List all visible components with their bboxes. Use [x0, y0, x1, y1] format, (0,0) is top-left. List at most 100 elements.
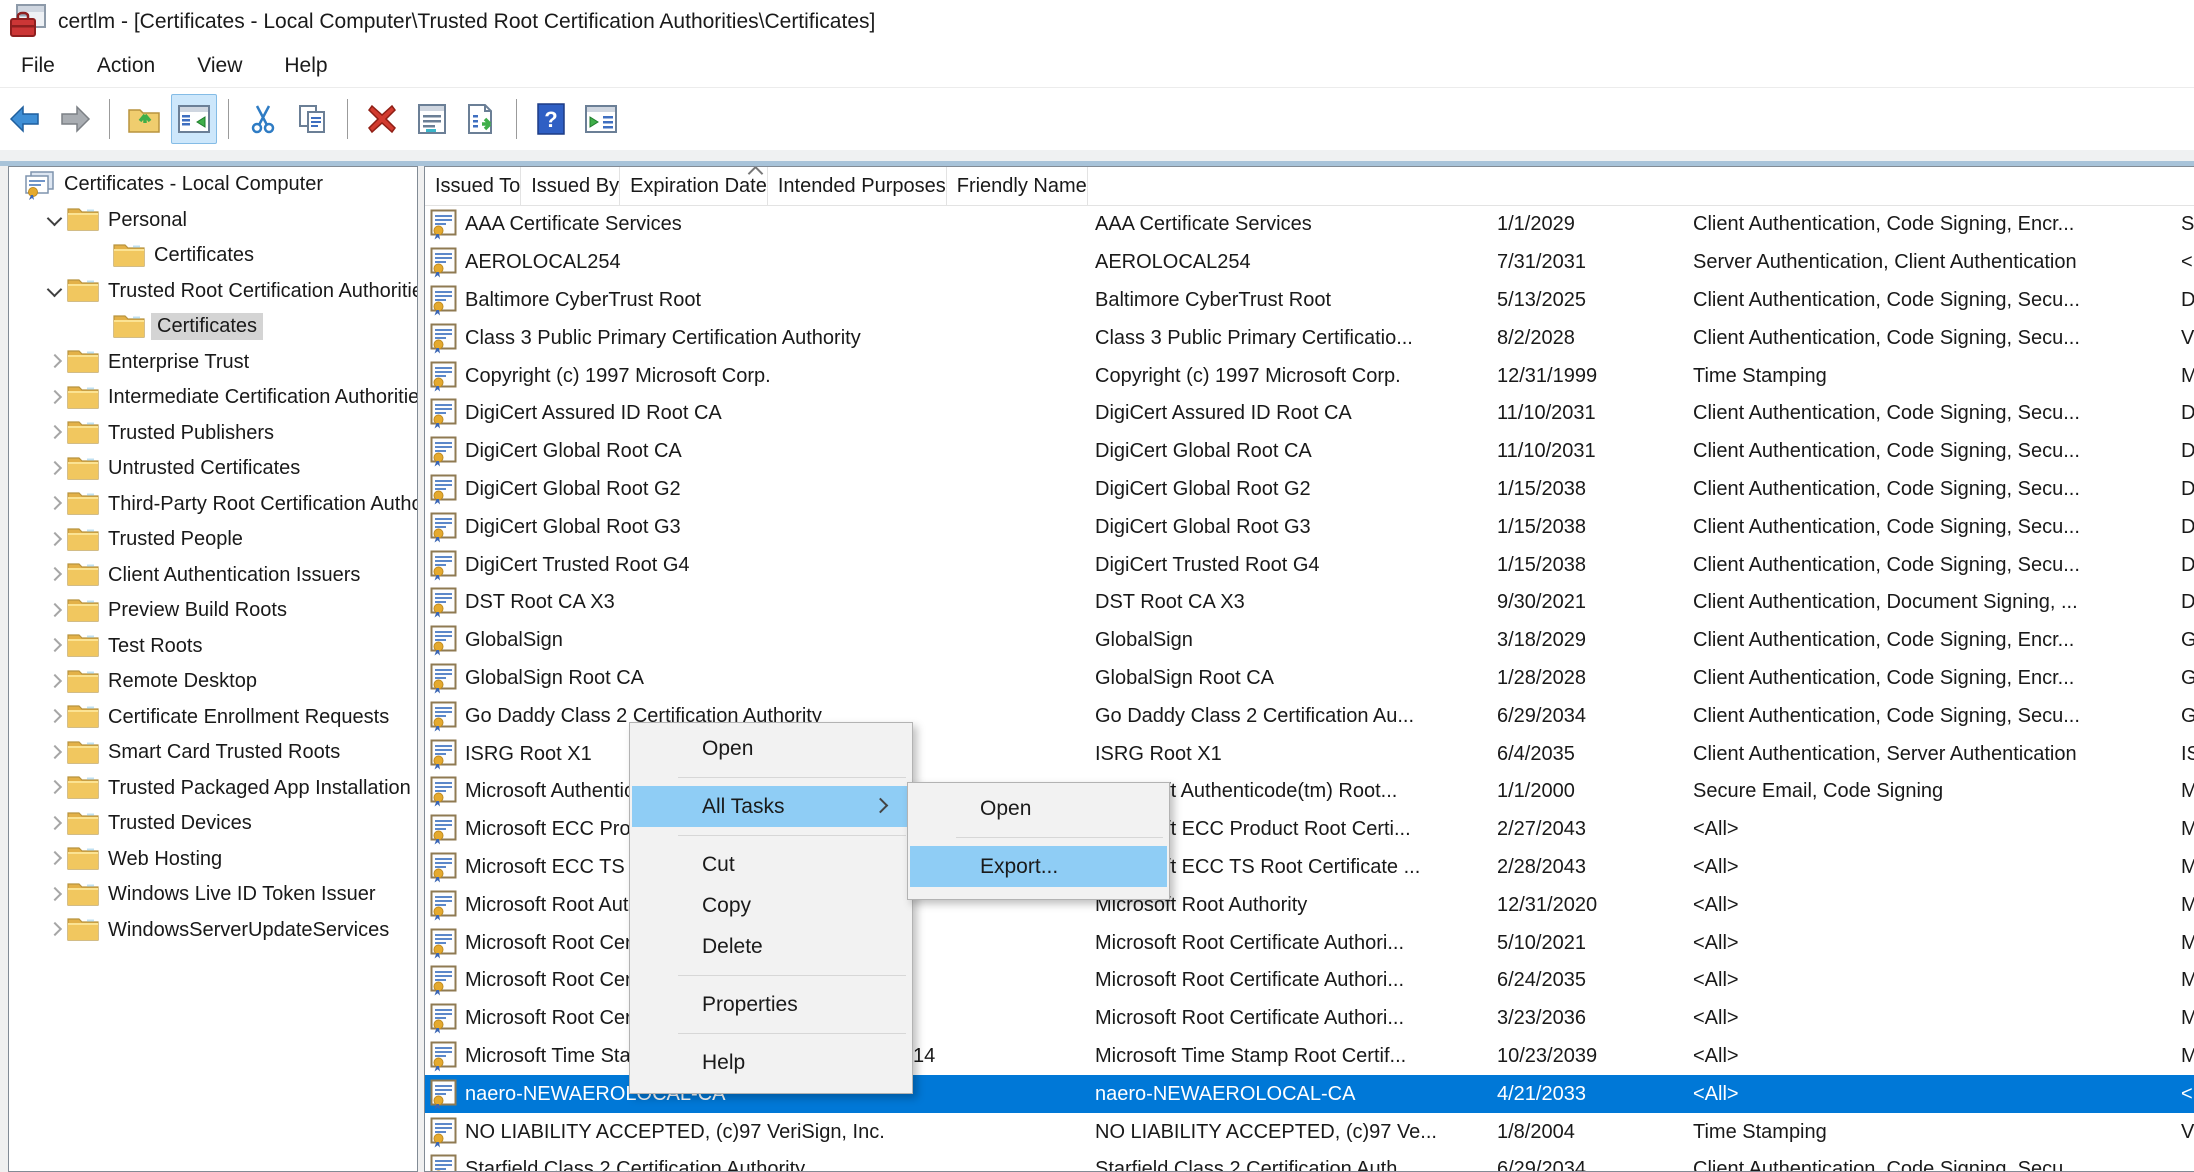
expander-chevron-icon[interactable] [43, 421, 67, 445]
menubar-item[interactable]: Help [263, 44, 348, 87]
certificate-row[interactable]: Starfield Class 2 Certification Authorit… [425, 1151, 2194, 1172]
context-menu-item[interactable]: All Tasks [632, 786, 910, 827]
tree-item[interactable]: Windows Live ID Token Issuer [9, 877, 417, 913]
tree-item[interactable]: Test Roots [9, 629, 417, 665]
tree-item[interactable]: Trusted Devices [9, 806, 417, 842]
folder-icon [67, 418, 99, 445]
tree-item[interactable]: WindowsServerUpdateServices [9, 913, 417, 949]
column-header[interactable]: Issued To [425, 167, 521, 205]
back-icon[interactable] [2, 94, 48, 144]
all-tasks-submenu: Open Export... [907, 782, 1170, 900]
certificate-row[interactable]: DigiCert Trusted Root G4 DigiCert Truste… [425, 546, 2194, 584]
expander-chevron-icon[interactable] [43, 918, 67, 942]
certificate-row[interactable]: DigiCert Global Root G3 DigiCert Global … [425, 508, 2194, 546]
tree-item[interactable]: Trusted Root Certification Authorities [9, 274, 417, 310]
tree-item[interactable]: Third-Party Root Certification Authoriti… [9, 487, 417, 523]
folder-icon [67, 702, 99, 729]
issued-to-value: DST Root CA X3 [465, 591, 615, 614]
expander-chevron-icon[interactable] [43, 776, 67, 800]
copy-icon[interactable] [290, 94, 336, 144]
context-menu-item[interactable]: Help [632, 1042, 910, 1083]
column-header[interactable]: Intended Purposes [768, 167, 947, 205]
certificate-row[interactable]: Baltimore CyberTrust Root Baltimore Cybe… [425, 282, 2194, 320]
certificate-row[interactable]: Copyright (c) 1997 Microsoft Corp. Copyr… [425, 357, 2194, 395]
tree-item[interactable]: Certificates - Local Computer [9, 167, 417, 203]
certificate-row[interactable]: Class 3 Public Primary Certification Aut… [425, 319, 2194, 357]
export-list-icon[interactable] [459, 94, 505, 144]
certificate-row[interactable]: GlobalSign GlobalSign 3/18/2029 Client A… [425, 622, 2194, 660]
tree-item[interactable]: Certificates [9, 238, 417, 274]
expiration-date-value: 8/2/2028 [1487, 319, 1683, 357]
context-menu-item[interactable]: Properties [632, 984, 910, 1025]
expander-chevron-icon[interactable] [43, 279, 67, 303]
forward-icon[interactable] [52, 94, 98, 144]
expander-chevron-icon[interactable] [43, 492, 67, 516]
tree-item[interactable]: Enterprise Trust [9, 345, 417, 381]
expander-chevron-icon[interactable] [43, 599, 67, 623]
certificate-row[interactable]: DigiCert Global Root G2 DigiCert Global … [425, 471, 2194, 509]
column-header[interactable]: Issued By [521, 167, 620, 205]
expander-chevron-icon[interactable] [43, 208, 67, 232]
certificate-row[interactable]: DigiCert Global Root CA DigiCert Global … [425, 433, 2194, 471]
context-menu-item[interactable]: Copy [632, 885, 910, 926]
column-header[interactable]: Expiration Date [620, 167, 768, 205]
menubar-item[interactable]: File [0, 44, 76, 87]
expander-chevron-icon[interactable] [43, 847, 67, 871]
tree-item[interactable]: Certificates [9, 309, 417, 345]
show-action-pane-icon[interactable] [578, 94, 624, 144]
friendly-name-value: G [2171, 660, 2194, 698]
folder-icon [67, 915, 99, 942]
expander-chevron-icon[interactable] [43, 386, 67, 410]
expander-chevron-icon[interactable] [43, 883, 67, 907]
properties-icon[interactable] [409, 94, 455, 144]
certificate-row[interactable]: DST Root CA X3 DST Root CA X3 9/30/2021 … [425, 584, 2194, 622]
menubar-item[interactable]: View [176, 44, 263, 87]
expander-chevron-icon[interactable] [43, 705, 67, 729]
certificate-icon [430, 474, 457, 505]
tree-item[interactable]: Trusted Packaged App Installation [9, 771, 417, 807]
expander-chevron-icon[interactable] [43, 812, 67, 836]
intended-purposes-value: <All> [1683, 1075, 2171, 1113]
tree-item[interactable]: Personal [9, 203, 417, 239]
tree-item[interactable]: Remote Desktop [9, 664, 417, 700]
submenu-item[interactable]: Open [910, 788, 1167, 829]
delete-icon[interactable] [359, 94, 405, 144]
context-menu-item[interactable]: Delete [632, 926, 910, 967]
context-menu-item[interactable]: Open [632, 728, 910, 769]
expander-chevron-icon[interactable] [43, 670, 67, 694]
certificate-row[interactable]: DigiCert Assured ID Root CA DigiCert Ass… [425, 395, 2194, 433]
folder-icon [67, 205, 99, 232]
expander-chevron-icon[interactable] [43, 741, 67, 765]
certificate-row[interactable]: NO LIABILITY ACCEPTED, (c)97 VeriSign, I… [425, 1113, 2194, 1151]
cut-icon[interactable] [240, 94, 286, 144]
folder-icon [67, 560, 99, 587]
tree-item[interactable]: Web Hosting [9, 842, 417, 878]
expander-chevron-icon[interactable] [43, 528, 67, 552]
tree-item[interactable]: Client Authentication Issuers [9, 558, 417, 594]
mmc-console-toolbox-icon [9, 3, 49, 41]
tree-item[interactable]: Smart Card Trusted Roots [9, 735, 417, 771]
tree-item[interactable]: Trusted Publishers [9, 416, 417, 452]
expiration-date-value: 3/18/2029 [1487, 622, 1683, 660]
tree-item[interactable]: Trusted People [9, 522, 417, 558]
show-console-tree-icon[interactable] [171, 94, 217, 144]
expander-chevron-icon[interactable] [43, 634, 67, 658]
context-menu-item[interactable]: Cut [632, 844, 910, 885]
tree-item[interactable]: Untrusted Certificates [9, 451, 417, 487]
tree-item[interactable]: Certificate Enrollment Requests [9, 700, 417, 736]
expander-chevron-icon[interactable] [43, 563, 67, 587]
expander-chevron-icon[interactable] [43, 350, 67, 374]
submenu-item[interactable]: Export... [910, 846, 1167, 887]
up-one-level-icon[interactable] [121, 94, 167, 144]
column-header[interactable]: Friendly Name [947, 167, 1088, 205]
tree-item[interactable]: Preview Build Roots [9, 593, 417, 629]
expander-chevron-icon[interactable] [43, 457, 67, 481]
certificate-row[interactable]: GlobalSign Root CA GlobalSign Root CA 1/… [425, 660, 2194, 698]
tree-item-label: Trusted Packaged App Installation [108, 777, 411, 800]
certificate-row[interactable]: AEROLOCAL254 AEROLOCAL254 7/31/2031 Serv… [425, 244, 2194, 282]
certificate-row[interactable]: AAA Certificate Services AAA Certificate… [425, 206, 2194, 244]
menubar-item[interactable]: Action [76, 44, 176, 87]
tree-item[interactable]: Intermediate Certification Authorities [9, 380, 417, 416]
help-icon[interactable]: ? [528, 94, 574, 144]
tree-item-label: Trusted Devices [108, 812, 252, 835]
